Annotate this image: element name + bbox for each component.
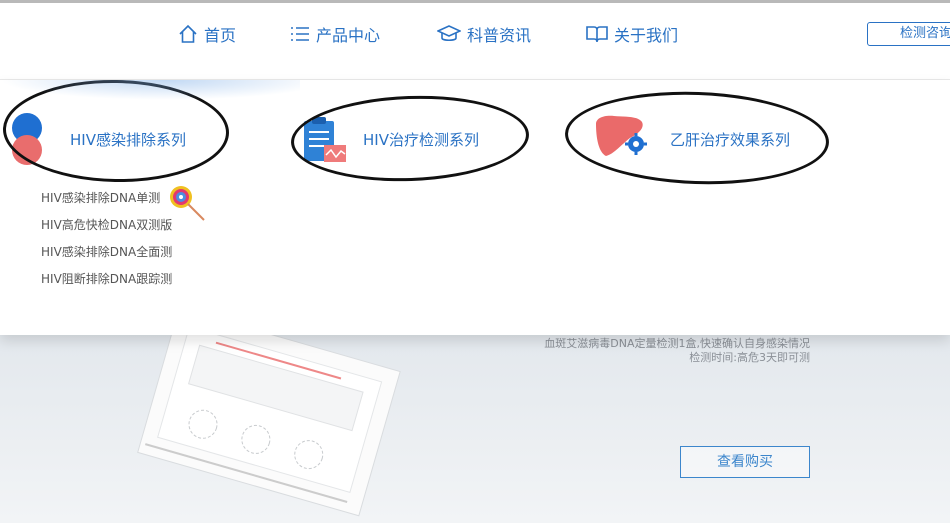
graduation-cap-icon [437,25,461,42]
top-navbar: 首页 产品中心 科普资讯 关于我们 检测咨询 [0,3,950,80]
sub-item-high-risk-dual[interactable]: HIV高危快检DNA双测版 [41,216,172,233]
dots-icon [12,113,42,165]
nav-products-label: 产品中心 [316,26,381,45]
list-icon [291,27,309,41]
view-purchase-button[interactable]: 查看购买 [680,446,810,478]
nav-science[interactable]: 科普资讯 [437,22,531,46]
nav-science-label: 科普资讯 [467,26,532,45]
liver-icon [596,115,647,156]
sub-item-block-tracking[interactable]: HIV阻断排除DNA跟踪测 [41,270,172,287]
clipboard-icon [304,117,346,162]
test-kit-illustration [137,330,401,517]
sub-item-dna-single[interactable]: HIV感染排除DNA单测 [41,189,160,206]
lollipop-icon [170,186,205,221]
nav-home-label: 首页 [204,26,237,45]
menu-highlight-glow [0,80,300,100]
home-icon [179,24,197,43]
nav-about-label: 关于我们 [614,26,679,45]
nav-about[interactable]: 关于我们 [586,22,678,46]
consult-button[interactable]: 检测咨询 [867,22,950,46]
book-icon [586,26,608,43]
category-hiv-exclusion-label: HIV感染排除系列 [70,131,186,149]
hero-banner: 血斑艾滋病毒DNA定量检测1盒,快速确认自身感染情况 检测时间:高危3天即可测 [0,330,950,523]
products-dropdown-menu: HIV感染排除系列 HIV治疗检测系列 乙肝治疗效果系列 HIV感染排除DNA单… [0,78,950,335]
nav-home[interactable]: 首页 [178,22,236,46]
category-hiv-treatment-label: HIV治疗检测系列 [363,131,479,149]
sub-item-dna-full[interactable]: HIV感染排除DNA全面测 [41,243,172,260]
nav-products[interactable]: 产品中心 [290,22,380,46]
detection-time: 检测时间:高危3天即可测 [689,351,810,364]
category-hepatitis-b-label: 乙肝治疗效果系列 [670,131,791,149]
